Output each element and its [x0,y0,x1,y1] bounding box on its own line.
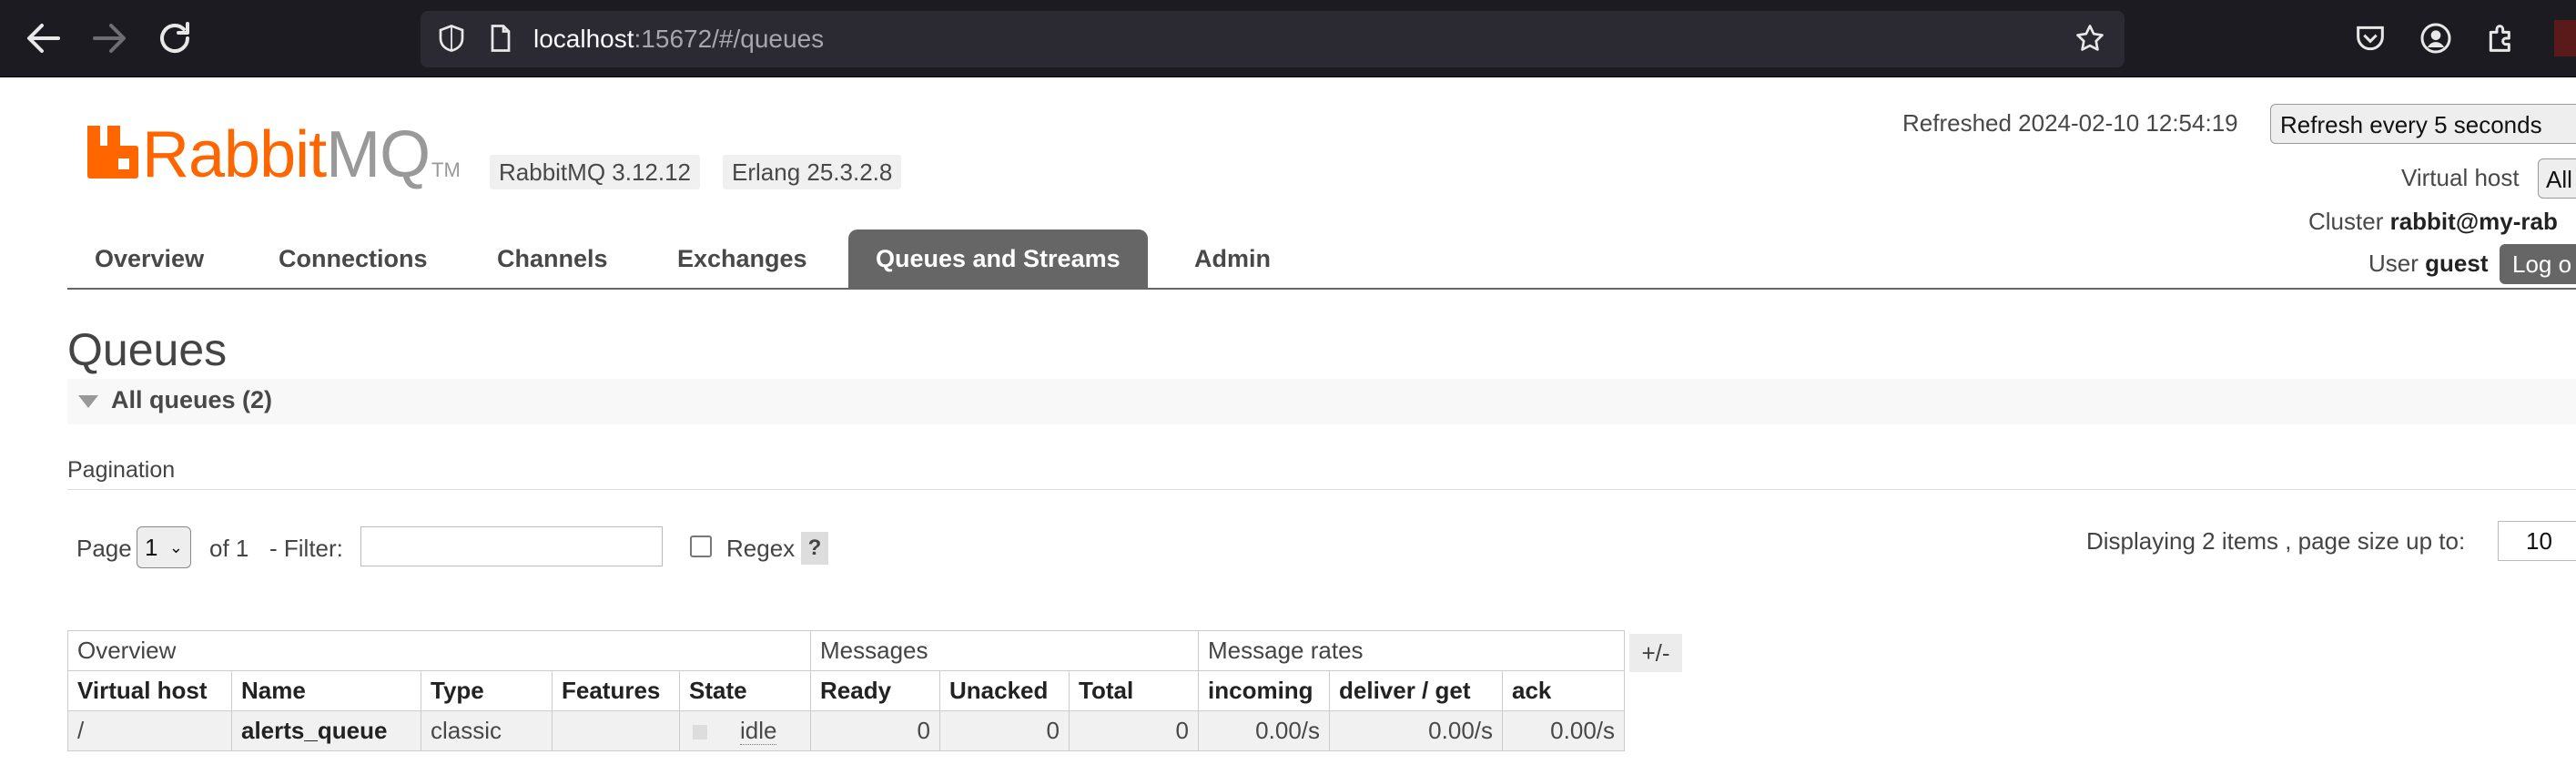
regex-help-button[interactable]: ? [801,532,828,565]
cell-deliver-get: 0.00/s [1329,710,1503,751]
queues-table: Overview Messages Message rates Virtual … [67,630,1625,751]
col-features[interactable]: Features [552,670,680,711]
filter-input[interactable] [360,526,663,566]
logo-wordmark: RabbitMQ [142,118,431,191]
page-label: Page [76,535,132,562]
page-of-label: of 1 [209,535,249,562]
extension-badge-icon[interactable] [2554,20,2576,56]
url-bar[interactable]: localhost:15672/#/queues [421,11,2125,67]
page-select[interactable]: 1 ⌄ [137,526,191,568]
col-unacked[interactable]: Unacked [939,670,1070,711]
cell-type: classic [421,710,553,751]
state-indicator-icon [693,725,707,740]
filter-label: - Filter: [269,535,343,562]
col-ack[interactable]: ack [1502,670,1625,711]
logo-trademark: TM [431,158,461,181]
collapse-triangle-icon [78,395,98,408]
section-title: All queues (2) [111,386,273,413]
tab-channels[interactable]: Channels [470,230,635,288]
group-header-messages: Messages [810,630,1199,671]
col-incoming[interactable]: incoming [1198,670,1330,711]
url-path: :15672/#/queues [634,25,825,53]
account-icon[interactable] [2418,20,2454,56]
col-type[interactable]: Type [421,670,553,711]
tab-admin[interactable]: Admin [1167,230,1298,288]
browser-toolbar: localhost:15672/#/queues [0,0,2576,77]
tab-connections[interactable]: Connections [251,230,455,288]
reload-icon[interactable] [153,16,197,60]
tab-exchanges[interactable]: Exchanges [650,230,835,288]
url-host: localhost [533,25,634,53]
cell-vhost: / [67,710,232,751]
cell-total: 0 [1069,710,1199,751]
page-icon[interactable] [484,22,517,55]
displaying-items-text: Displaying 2 items , page size up to: [2086,527,2466,555]
back-arrow-icon[interactable] [22,16,66,60]
extensions-icon[interactable] [2483,20,2520,56]
cell-incoming: 0.00/s [1198,710,1330,751]
group-header-message-rates: Message rates [1198,630,1625,671]
page-title: Queues [67,324,228,375]
state-text: idle [740,717,777,745]
group-header-overview: Overview [67,630,811,671]
refresh-interval-select[interactable]: Refresh every 5 seconds [2270,104,2576,144]
url-text[interactable]: localhost:15672/#/queues [533,24,824,55]
regex-checkbox[interactable] [690,536,712,557]
star-icon[interactable] [2074,22,2106,55]
rabbitmq-logo-icon [87,126,138,178]
tab-queues-and-streams[interactable]: Queues and Streams [848,230,1148,288]
logo-rabbit: Rabbit [142,118,327,191]
pagination-divider [67,489,2576,490]
col-total[interactable]: Total [1069,670,1199,711]
col-state[interactable]: State [679,670,811,711]
virtual-host-select[interactable]: All [2538,158,2576,199]
col-virtual-host[interactable]: Virtual host [67,670,232,711]
page-size-input[interactable]: 10 [2498,521,2576,561]
regex-label: Regex [726,535,796,562]
cell-features [552,710,680,751]
tab-overview[interactable]: Overview [67,230,231,288]
chevron-down-icon: ⌄ [168,538,183,556]
logo-mq: MQ [326,118,431,191]
col-deliver-get[interactable]: deliver / get [1329,670,1503,711]
queue-name-link[interactable]: alerts_queue [231,710,421,751]
col-name[interactable]: Name [231,670,421,711]
cell-state: idle [679,710,811,751]
shield-icon[interactable] [435,22,468,55]
pocket-icon[interactable] [2352,20,2388,56]
table-row: / alerts_queue classic idle 0 0 0 0.00/s… [67,710,1625,751]
col-ready[interactable]: Ready [810,670,940,711]
cell-unacked: 0 [939,710,1070,751]
cell-ack: 0.00/s [1502,710,1625,751]
erlang-version-badge: Erlang 25.3.2.8 [723,155,902,189]
all-queues-section-toggle[interactable]: All queues (2) [67,379,2576,424]
pagination-label: Pagination [67,457,176,483]
forward-arrow-icon[interactable] [87,16,131,60]
rabbitmq-version-badge: RabbitMQ 3.12.12 [490,155,701,189]
main-nav-tabs: Overview Connections Channels Exchanges … [67,230,2576,290]
page-select-value: 1 [145,534,158,561]
toggle-columns-button[interactable]: +/- [1629,634,1682,672]
cell-ready: 0 [810,710,940,751]
